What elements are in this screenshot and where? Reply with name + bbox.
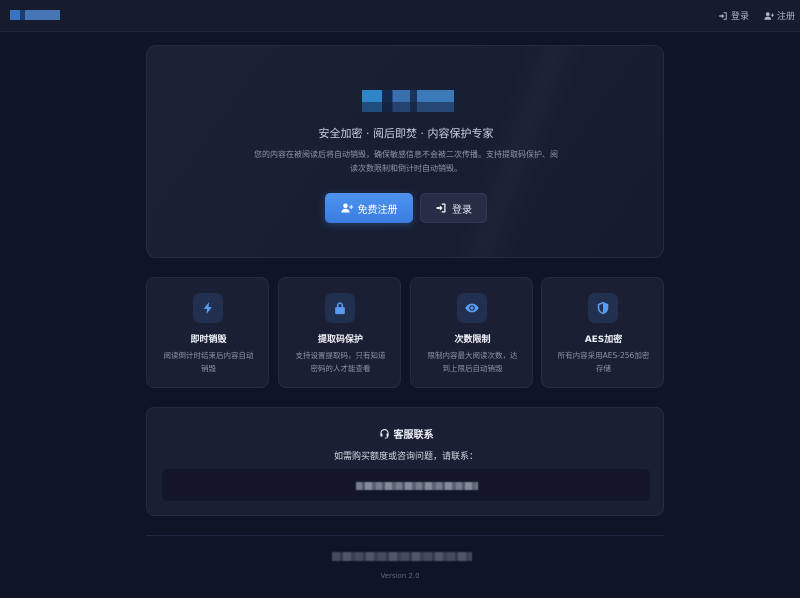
feature-card-instant-destroy: 即时销毁 阅读倒计时结束后内容自动销毁 <box>146 277 269 388</box>
user-plus-icon <box>340 203 353 213</box>
top-navbar: 登录 注册 <box>0 0 800 32</box>
sign-in-icon <box>719 11 727 20</box>
feature-description: 限制内容最大阅读次数，达到上限后自动销毁 <box>427 351 518 373</box>
contact-heading: 客服联系 <box>147 426 665 441</box>
feature-icon-box <box>193 293 223 323</box>
feature-icon-box <box>457 293 487 323</box>
contact-info-redacted[interactable] <box>356 482 478 490</box>
contact-title: 客服联系 <box>393 430 434 441</box>
eye-icon <box>465 303 479 313</box>
contact-subtitle: 如需购买额度或咨询问题，请联系： <box>333 452 478 462</box>
nav-register-link[interactable]: 注册 <box>764 9 795 22</box>
feature-card-code-protect: 提取码保护 支持设置提取码，只有知道密码的人才能查看 <box>278 277 401 388</box>
nav-login-link[interactable]: 登录 <box>718 9 749 22</box>
login-button-label: 登录 <box>452 204 472 216</box>
version-label: Version 2.0 <box>380 572 420 580</box>
headset-icon <box>379 429 389 439</box>
feature-card-read-limit: 次数限制 限制内容最大阅读次数，达到上限后自动销毁 <box>410 277 533 388</box>
feature-description: 支持设置提取码，只有知道密码的人才能查看 <box>295 351 386 373</box>
user-plus-icon <box>764 11 774 20</box>
feature-title: AES加密 <box>584 335 623 345</box>
feature-title: 提取码保护 <box>317 335 363 345</box>
bolt-icon <box>203 301 212 315</box>
login-button[interactable]: 登录 <box>420 193 487 223</box>
lock-icon <box>335 302 345 315</box>
feature-description: 阅读倒计时结束后内容自动销毁 <box>163 351 254 373</box>
free-register-button[interactable]: 免费注册 <box>325 193 413 223</box>
shield-icon <box>597 301 609 315</box>
feature-card-aes: AES加密 所有内容采用AES-256加密存储 <box>541 277 664 388</box>
hero-card: 安全加密 · 阅后即焚 · 内容保护专家 您的内容在被阅读后将自动销毁，确保敏感… <box>146 45 664 258</box>
feature-title: 次数限制 <box>454 335 491 345</box>
feature-description: 所有内容采用AES-256加密存储 <box>557 351 650 373</box>
sign-in-icon <box>436 203 446 213</box>
nav-login-label: 登录 <box>731 12 750 22</box>
footer-copyright-redacted <box>332 552 472 561</box>
hero-description: 您的内容在被阅读后将自动销毁，确保敏感信息不会被二次传播。支持提取码保护、阅读次… <box>254 150 558 173</box>
hero-title <box>362 90 454 112</box>
footer-divider <box>146 535 664 536</box>
feature-icon-box <box>588 293 618 323</box>
contact-card: 客服联系 如需购买额度或咨询问题，请联系： <box>146 407 664 516</box>
free-register-label: 免费注册 <box>357 204 398 216</box>
nav-register-label: 注册 <box>777 12 796 22</box>
hero-subtitle: 安全加密 · 阅后即焚 · 内容保护专家 <box>318 127 494 140</box>
feature-icon-box <box>325 293 355 323</box>
contact-info-box <box>162 469 650 501</box>
feature-title: 即时销毁 <box>190 335 227 345</box>
site-logo[interactable] <box>10 10 60 20</box>
